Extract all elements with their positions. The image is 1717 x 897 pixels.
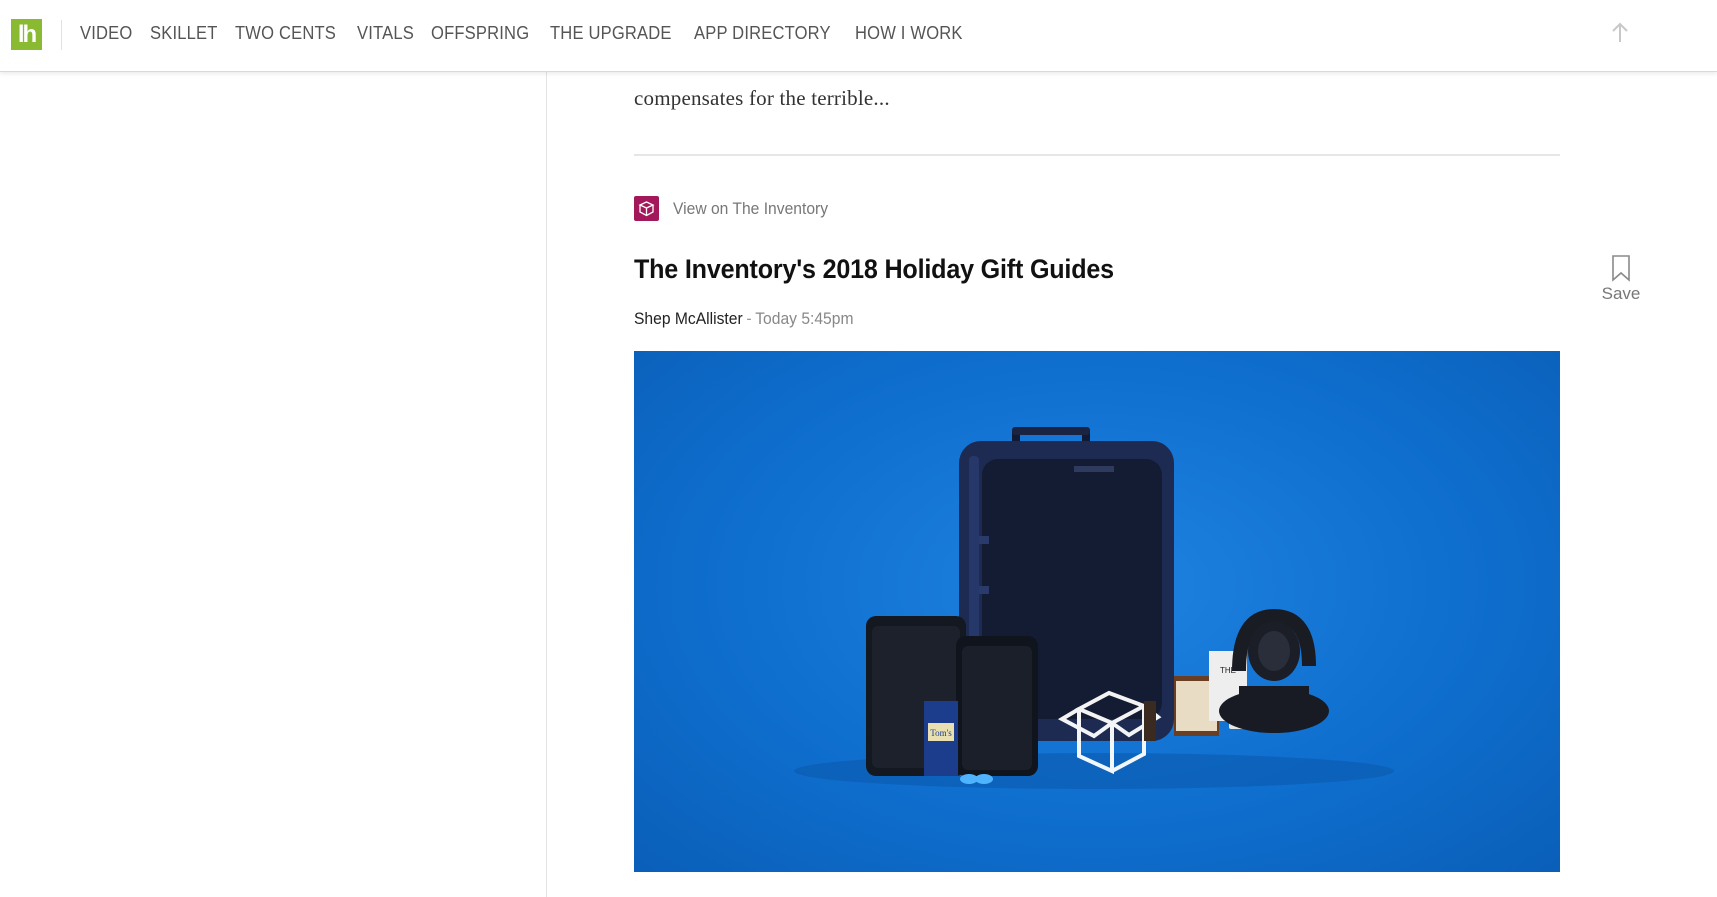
nav-item-video[interactable]: VIDEO <box>80 23 132 44</box>
save-label: Save <box>1601 284 1641 303</box>
section-nav: VIDEO SKILLET TWO CENTS VITALS OFFSPRING… <box>80 23 991 44</box>
top-navigation-bar: lh VIDEO SKILLET TWO CENTS VITALS OFFSPR… <box>0 0 1717 72</box>
source-label: View on The Inventory <box>673 198 829 218</box>
save-button[interactable]: Save <box>1596 254 1646 304</box>
left-rail <box>0 72 547 897</box>
page: compensates for the terrible... lh VIDEO… <box>0 0 1717 897</box>
article-title[interactable]: The Inventory's 2018 Holiday Gift Guides <box>634 254 1114 285</box>
author-link[interactable]: Shep McAllister <box>634 309 743 328</box>
source-link[interactable]: View on The Inventory <box>634 196 842 221</box>
nav-item-two-cents[interactable]: TWO CENTS <box>235 23 336 44</box>
nav-item-vitals[interactable]: VITALS <box>357 23 414 44</box>
svg-text:Tom's: Tom's <box>930 728 952 738</box>
scroll-to-top-icon[interactable] <box>1610 21 1630 45</box>
lifehacker-logo[interactable]: lh <box>11 19 42 50</box>
byline: Shep McAllister - Today 5:45pm <box>634 309 853 329</box>
previous-article-excerpt: compensates for the terrible... <box>634 86 890 110</box>
nav-item-app-directory[interactable]: APP DIRECTORY <box>694 23 831 44</box>
nav-item-offspring[interactable]: OFFSPRING <box>431 23 529 44</box>
nav-item-skillet[interactable]: SKILLET <box>150 23 218 44</box>
column-divider <box>546 72 547 897</box>
nav-item-how-i-work[interactable]: HOW I WORK <box>855 23 963 44</box>
timestamp[interactable]: Today 5:45pm <box>755 309 853 328</box>
bookmark-icon <box>1612 255 1630 282</box>
article-divider <box>634 154 1560 156</box>
box-icon <box>634 196 659 221</box>
logo-separator <box>61 20 62 50</box>
article-hero-image[interactable]: Tom's THE <box>634 351 1560 872</box>
byline-separator: - <box>746 309 752 328</box>
nav-item-the-upgrade[interactable]: THE UPGRADE <box>550 23 672 44</box>
